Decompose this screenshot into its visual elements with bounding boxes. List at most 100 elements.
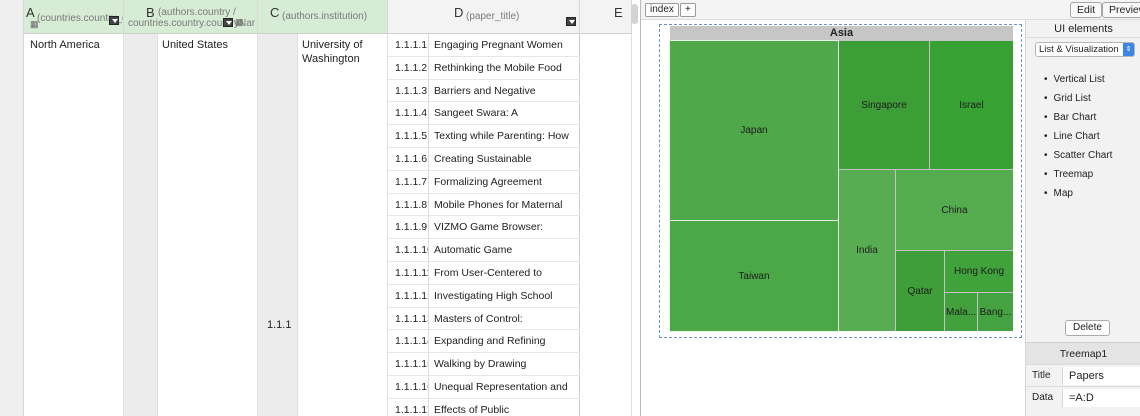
column-header-e[interactable]: E (580, 0, 632, 34)
treemap-tile[interactable]: Hong Kong (945, 251, 1013, 292)
column-c-id-body: 1.1.1 (258, 34, 298, 416)
paper-title-cell[interactable]: Engaging Pregnant Women (429, 34, 580, 56)
group-id-cell[interactable]: 1.1.1 (267, 318, 291, 332)
treemap-tile-label: Israel (959, 99, 984, 111)
paper-id-cell[interactable]: 1.1.1.13 (388, 307, 429, 330)
paper-id-cell[interactable]: 1.1.1.5 (388, 125, 429, 147)
treemap-tile[interactable]: Japan (669, 40, 839, 221)
treemap-tile[interactable]: Singapore (839, 41, 929, 169)
tab-index[interactable]: index (645, 3, 679, 17)
vertical-scrollbar[interactable] (631, 4, 638, 24)
paper-id-cell[interactable]: 1.1.1.8 (388, 193, 429, 216)
column-letter-c: C (270, 5, 280, 20)
paper-title-cell[interactable]: Sangeet Swara: A (429, 102, 580, 125)
group-icon-b[interactable]: ▦ (235, 17, 244, 28)
column-header-d[interactable]: D (paper_title) (388, 0, 580, 34)
treemap-tile-label: Hong Kong (953, 266, 1005, 277)
paper-row[interactable]: 1.1.1.6 Creating Sustainable (388, 147, 580, 171)
ui-element-item[interactable]: Vertical List (1044, 70, 1112, 89)
paper-id-cell[interactable]: 1.1.1.2 (388, 56, 429, 79)
paper-title-cell[interactable]: Investigating High School (429, 284, 580, 307)
paper-row[interactable]: 1.1.1.15Walking by Drawing (388, 353, 580, 376)
paper-row[interactable]: 1.1.1.9 VIZMO Game Browser: (388, 216, 580, 240)
treemap-tile[interactable]: Qatar (896, 251, 944, 331)
delete-button[interactable]: Delete (1065, 320, 1110, 336)
paper-row[interactable]: 1.1.1.1 Engaging Pregnant Women (388, 34, 580, 57)
paper-row[interactable]: 1.1.1.3 Barriers and Negative (388, 79, 580, 103)
paper-row[interactable]: 1.1.1.11 From User-Centered to (388, 261, 580, 285)
paper-row[interactable]: 1.1.1.10Automatic Game (388, 239, 580, 262)
paper-id-cell[interactable]: 1.1.1.7 (388, 170, 429, 193)
treemap-tile[interactable]: Israel (930, 41, 1013, 169)
paper-id-cell[interactable]: 1.1.1.1 (388, 34, 429, 56)
paper-title-cell[interactable]: VIZMO Game Browser: (429, 216, 580, 239)
column-dropdown-a[interactable] (109, 16, 119, 25)
column-header-c[interactable]: C (authors.institution) (258, 0, 388, 34)
ui-element-item[interactable]: Line Chart (1044, 127, 1112, 146)
paper-row[interactable]: 1.1.1.4 Sangeet Swara: A (388, 102, 580, 126)
paper-row[interactable]: 1.1.1.2 Rethinking the Mobile Food (388, 56, 580, 80)
pane-divider[interactable] (640, 0, 641, 416)
paper-id-cell[interactable]: 1.1.1.3 (388, 79, 429, 102)
treemap[interactable]: Japan Singapore Israel Taiwan India China Qata… (669, 40, 1013, 332)
paper-id-cell[interactable]: 1.1.1.4 (388, 102, 429, 125)
ui-element-item[interactable]: Bar Chart (1044, 108, 1112, 127)
treemap-tile[interactable]: Mala... (945, 293, 977, 331)
paper-row[interactable]: 1.1.1.13Masters of Control: (388, 307, 580, 331)
paper-row[interactable]: 1.1.1.12Investigating High School (388, 284, 580, 308)
treemap-tile[interactable]: Taiwan (669, 220, 839, 332)
paper-row[interactable]: 1.1.1.8 Mobile Phones for Maternal (388, 193, 580, 217)
paper-title-cell[interactable]: Unequal Representation and (429, 375, 580, 398)
treemap-tile-label: India (856, 245, 878, 256)
paper-title-cell[interactable]: Mobile Phones for Maternal (429, 193, 580, 216)
prop-value-title[interactable]: Papers (1062, 367, 1140, 385)
paper-id-cell[interactable]: 1.1.1.9 (388, 216, 429, 239)
treemap-tile[interactable]: Bang... (978, 293, 1013, 331)
treemap-tile[interactable]: China (896, 170, 1013, 250)
component-name: Treemap1 (1026, 342, 1140, 364)
treemap-tile[interactable]: India (839, 170, 895, 331)
group-icon-a[interactable]: ▦ (30, 19, 39, 30)
add-tab-button[interactable]: + (680, 3, 696, 17)
paper-id-cell[interactable]: 1.1.1.17 (388, 398, 429, 416)
paper-row[interactable]: 1.1.1.7 Formalizing Agreement (388, 170, 580, 194)
paper-row[interactable]: 1.1.1.16Unequal Representation and (388, 375, 580, 399)
paper-row[interactable]: 1.1.1.17Effects of Public (388, 398, 580, 416)
region-cell[interactable]: North America (30, 38, 100, 52)
paper-id-cell[interactable]: 1.1.1.16 (388, 375, 429, 398)
paper-title-cell[interactable]: Masters of Control: (429, 307, 580, 330)
paper-title-cell[interactable]: Walking by Drawing (429, 353, 580, 375)
paper-row[interactable]: 1.1.1.14Expanding and Refining (388, 330, 580, 354)
ui-element-item[interactable]: Scatter Chart (1044, 146, 1113, 165)
paper-id-cell[interactable]: 1.1.1.10 (388, 239, 429, 261)
institution-line1[interactable]: University of (302, 38, 363, 52)
edit-button[interactable]: Edit (1070, 2, 1103, 18)
column-header-b[interactable]: B (authors.country / countries.country.c… (124, 0, 258, 34)
paper-title-cell[interactable]: From User-Centered to (429, 261, 580, 284)
paper-id-cell[interactable]: 1.1.1.12 (388, 284, 429, 307)
paper-title-cell[interactable]: Automatic Game (429, 239, 580, 261)
column-dropdown-d[interactable] (566, 17, 576, 26)
category-select[interactable]: List & Visualization ⇕ (1035, 42, 1135, 57)
preview-button[interactable]: Preview (1102, 2, 1140, 18)
paper-id-cell[interactable]: 1.1.1.6 (388, 147, 429, 170)
paper-title-cell[interactable]: Expanding and Refining (429, 330, 580, 353)
paper-id-cell[interactable]: 1.1.1.15 (388, 353, 429, 375)
column-header-a[interactable]: A (countries.country_co ▦ (24, 0, 124, 34)
ui-element-item[interactable]: Map (1044, 184, 1112, 203)
paper-title-cell[interactable]: Texting while Parenting: How (429, 125, 580, 147)
paper-title-cell[interactable]: Formalizing Agreement (429, 170, 580, 193)
institution-line2[interactable]: Washington (302, 52, 360, 66)
paper-title-cell[interactable]: Barriers and Negative (429, 79, 580, 102)
prop-value-data[interactable]: =A:D (1062, 389, 1140, 407)
paper-id-cell[interactable]: 1.1.1.14 (388, 330, 429, 353)
paper-title-cell[interactable]: Effects of Public (429, 398, 580, 416)
paper-id-cell[interactable]: 1.1.1.11 (388, 261, 429, 284)
paper-title-cell[interactable]: Rethinking the Mobile Food (429, 56, 580, 79)
paper-row[interactable]: 1.1.1.5 Texting while Parenting: How (388, 125, 580, 148)
ui-element-item[interactable]: Treemap (1044, 165, 1112, 184)
column-dropdown-b[interactable] (223, 18, 233, 27)
paper-title-cell[interactable]: Creating Sustainable (429, 147, 580, 170)
country-cell[interactable]: United States (162, 38, 228, 52)
ui-element-item[interactable]: Grid List (1044, 89, 1112, 108)
